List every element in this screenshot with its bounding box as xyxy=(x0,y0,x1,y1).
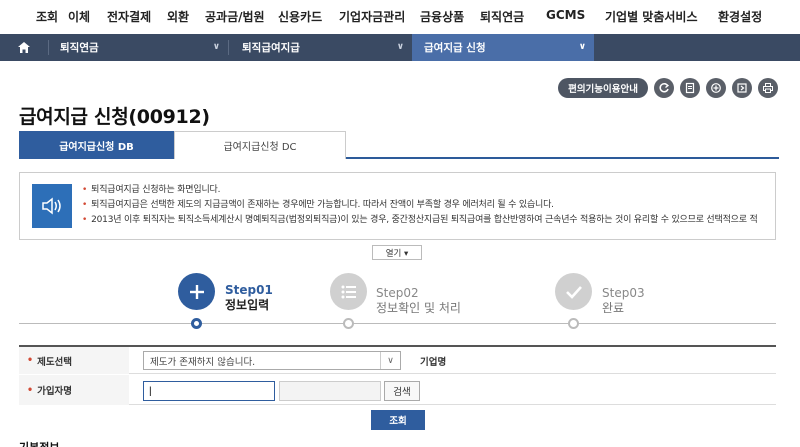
breadcrumb-item-retirement-pay[interactable]: 퇴직급여지급 ∨ xyxy=(228,34,412,61)
search-form: • 제도선택 제도가 존재하지 않습니다. ∨ 기업명 • 가입자명 검색 xyxy=(19,345,776,405)
step1-dot xyxy=(191,318,202,329)
query-button[interactable]: 조회 xyxy=(371,410,425,430)
refresh-icon[interactable] xyxy=(654,78,674,98)
step2-label: 정보확인 및 처리 xyxy=(376,301,461,315)
step1-number: Step01 xyxy=(225,283,273,297)
breadcrumb: 퇴직연금 ∨ 퇴직급여지급 ∨ 급여지급 신청 ∨ xyxy=(0,34,800,61)
tab-bar: 급여지급신청 DB 급여지급신청 DC xyxy=(19,131,779,159)
breadcrumb-label: 퇴직연금 xyxy=(60,42,99,54)
required-marker: • xyxy=(27,355,34,366)
form-row-scheme: • 제도선택 제도가 존재하지 않습니다. ∨ 기업명 xyxy=(19,347,776,374)
top-nav-item-transfer[interactable]: 이체 xyxy=(68,8,90,25)
home-icon[interactable] xyxy=(0,34,48,61)
top-nav-item-cash-mgmt[interactable]: 기업자금관리 xyxy=(339,8,405,25)
company-label: 기업명 xyxy=(420,356,447,368)
breadcrumb-item-current[interactable]: 급여지급 신청 ∨ xyxy=(412,34,594,61)
scheme-select[interactable]: 제도가 존재하지 않습니다. ∨ xyxy=(143,351,401,370)
step-progress-line xyxy=(19,323,776,324)
top-nav-item-inquiry[interactable]: 조회 xyxy=(36,8,58,25)
top-nav-item-pension[interactable]: 퇴직연금 xyxy=(480,8,524,25)
member-label: • 가입자명 xyxy=(19,375,129,405)
plus-icon xyxy=(178,273,215,310)
notice-item: 퇴직급여지급은 선택한 제도의 지급금액이 존재하는 경우에만 가능합니다. 따… xyxy=(82,198,772,213)
chevron-down-icon[interactable]: ∨ xyxy=(380,352,400,369)
required-marker: • xyxy=(27,384,34,396)
search-button[interactable]: 검색 xyxy=(384,381,420,401)
breadcrumb-label: 급여지급 신청 xyxy=(424,42,486,54)
section-title: 기본정보 xyxy=(19,439,59,447)
notice-box: 퇴직급여지급 신청하는 화면입니다. 퇴직급여지급은 선택한 제도의 지급금액이… xyxy=(19,172,776,240)
check-icon xyxy=(555,273,592,310)
top-nav-item-forex[interactable]: 외환 xyxy=(167,8,189,25)
notice-item: 퇴직급여지급 신청하는 화면입니다. xyxy=(82,183,772,198)
member-name-input[interactable] xyxy=(143,381,275,401)
top-nav-item-epayment[interactable]: 전자결제 xyxy=(107,8,151,25)
top-nav-item-gcms[interactable]: GCMS xyxy=(546,8,585,22)
scheme-label: • 제도선택 xyxy=(19,347,129,374)
toolbar: 편의기능이용안내 xyxy=(558,78,778,98)
tab-db[interactable]: 급여지급신청 DB xyxy=(19,131,174,159)
export-icon[interactable] xyxy=(732,78,752,98)
step3-dot xyxy=(568,318,579,329)
guide-button[interactable]: 편의기능이용안내 xyxy=(558,78,648,98)
top-nav: 조회 이체 전자결제 외환 공과금/법원 신용카드 기업자금관리 금융상품 퇴직… xyxy=(0,0,800,34)
top-nav-item-settings[interactable]: 환경설정 xyxy=(718,8,762,25)
top-nav-item-utility[interactable]: 공과금/법원 xyxy=(205,8,265,25)
notice-item: 2013년 이후 퇴직자는 퇴직소득세계산시 명예퇴직금(법정외퇴직금)이 있는… xyxy=(82,213,772,228)
step2-dot xyxy=(343,318,354,329)
chevron-down-icon: ∨ xyxy=(396,42,404,52)
chevron-down-icon: ∨ xyxy=(212,42,220,52)
chevron-down-icon: ∨ xyxy=(578,42,586,52)
page-title: 급여지급 신청(00912) xyxy=(19,106,210,128)
top-nav-item-custom[interactable]: 기업별 맞춤서비스 xyxy=(605,8,698,25)
list-icon xyxy=(330,273,367,310)
breadcrumb-label: 퇴직급여지급 xyxy=(242,42,300,54)
step3-label: 완료 xyxy=(602,301,625,315)
top-nav-item-creditcard[interactable]: 신용카드 xyxy=(278,8,322,25)
notice-list: 퇴직급여지급 신청하는 화면입니다. 퇴직급여지급은 선택한 제도의 지급금액이… xyxy=(82,183,772,228)
print-icon[interactable] xyxy=(758,78,778,98)
step2-number: Step02 xyxy=(376,286,419,300)
scheme-label-text: 제도선택 xyxy=(37,356,73,368)
member-id-input[interactable] xyxy=(279,381,381,401)
speaker-icon xyxy=(32,184,72,228)
member-label-text: 가입자명 xyxy=(37,386,73,397)
tab-dc[interactable]: 급여지급신청 DC xyxy=(174,131,346,159)
breadcrumb-item-pension[interactable]: 퇴직연금 ∨ xyxy=(48,34,228,61)
step1-label: 정보입력 xyxy=(225,298,270,312)
scheme-select-value: 제도가 존재하지 않습니다. xyxy=(150,356,256,368)
zoom-in-icon[interactable] xyxy=(706,78,726,98)
expand-button[interactable]: 열기 ▾ xyxy=(372,245,422,260)
step3-number: Step03 xyxy=(602,286,645,300)
top-nav-item-products[interactable]: 금융상품 xyxy=(420,8,464,25)
memo-icon[interactable] xyxy=(680,78,700,98)
